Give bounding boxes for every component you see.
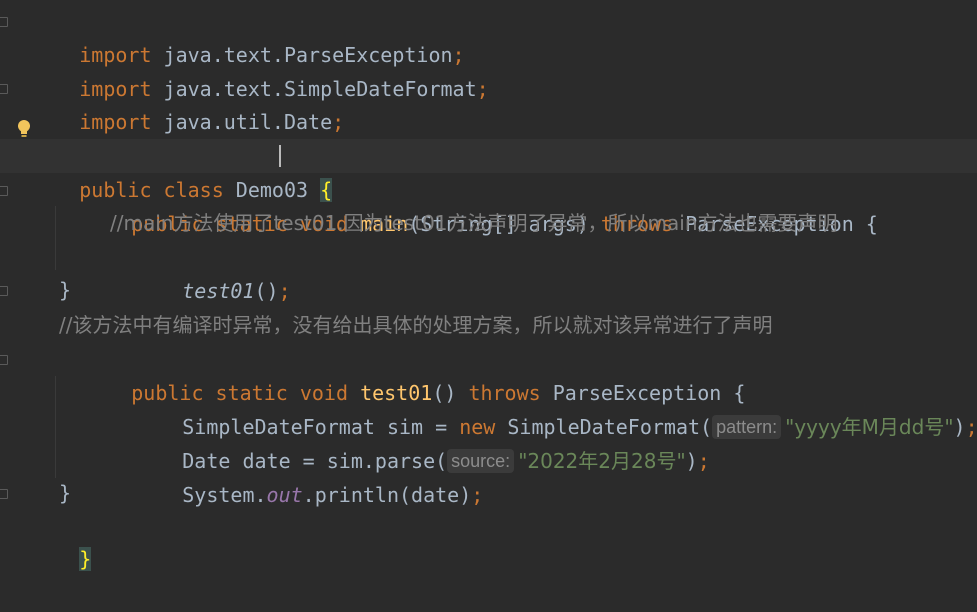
fold-marker-icon[interactable]	[0, 355, 8, 365]
code-line[interactable]: SimpleDateFormat sim = new SimpleDateFor…	[0, 376, 977, 439]
semicolon: ;	[332, 110, 345, 134]
closing-brace: }	[59, 481, 72, 505]
code-line[interactable]: test01();	[0, 240, 977, 303]
code-line[interactable]: public static void main(String[] args) t…	[0, 173, 977, 236]
code-line[interactable]: }	[0, 273, 977, 307]
code-line[interactable]: Date date = sim.parse(source: "2022年2月28号…	[0, 410, 977, 473]
lightbulb-icon[interactable]	[17, 119, 31, 139]
matched-brace: }	[79, 547, 92, 571]
fold-marker-icon[interactable]	[0, 186, 8, 196]
fold-marker-icon[interactable]	[0, 489, 8, 499]
code-line[interactable]: //该方法中有编译时异常，没有给出具体的处理方案，所以就对该异常进行了声明	[0, 308, 977, 342]
comment: //该方法中有编译时异常，没有给出具体的处理方案，所以就对该异常进行了声明	[59, 313, 773, 337]
code-line[interactable]: }	[0, 508, 977, 571]
code-line[interactable]: import java.text.SimpleDateFormat;	[0, 38, 977, 101]
code-line[interactable]: System.out.println(date);	[0, 444, 977, 507]
code-editor[interactable]: import java.text.ParseException; import …	[0, 0, 977, 571]
closing-brace: }	[59, 278, 72, 302]
keyword-import: import	[79, 110, 152, 134]
code-line[interactable]: }	[0, 476, 977, 510]
code-line-current[interactable]: public class Demo03 {	[0, 139, 977, 202]
fold-marker-icon[interactable]	[0, 286, 8, 296]
comment: //main方法使用了test01.因为test01方法声明了异常，所以main…	[110, 211, 838, 235]
code-line[interactable]: import java.text.ParseException;	[0, 4, 977, 67]
code-line[interactable]: //main方法使用了test01.因为test01方法声明了异常，所以main…	[0, 206, 977, 240]
import-path: java.util.Date	[151, 110, 333, 134]
code-line[interactable]: public static void test01() throws Parse…	[0, 342, 977, 405]
text-caret	[279, 145, 281, 167]
code-line[interactable]: import java.util.Date;	[0, 71, 977, 134]
